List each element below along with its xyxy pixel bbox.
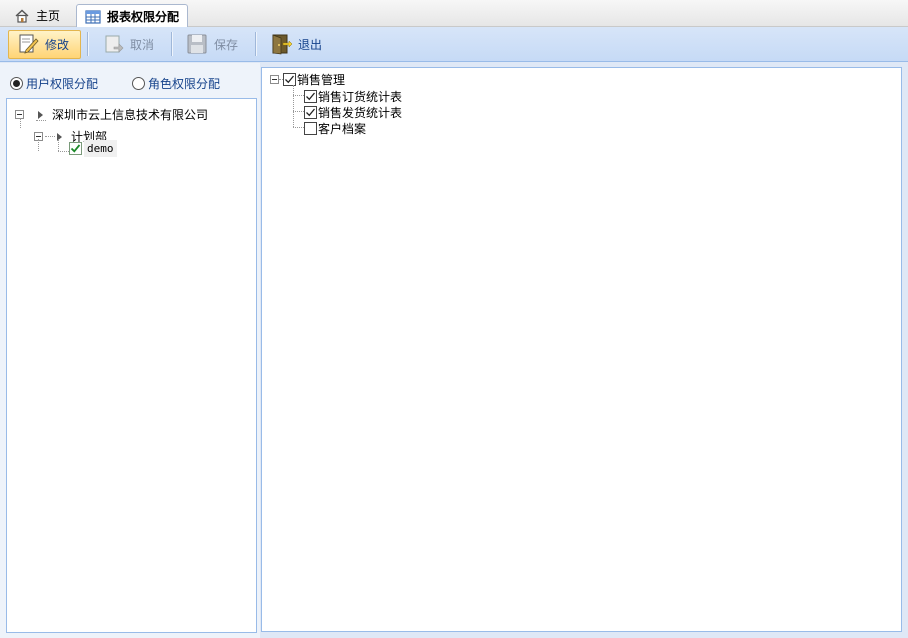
- tree-connector: [293, 95, 304, 96]
- tree-connector: [45, 136, 55, 137]
- role-permission-label: 角色权限分配: [148, 77, 221, 91]
- save-button-label: 保存: [214, 37, 239, 52]
- save-icon: [187, 34, 207, 54]
- checkmark-icon: [70, 144, 81, 153]
- radio-selected-indicator[interactable]: [10, 77, 23, 90]
- tab-home-label: 主页: [36, 9, 61, 23]
- tab-report-permissions[interactable]: 报表权限分配: [76, 4, 189, 28]
- sales-delivery-report-label: 销售发货统计表: [318, 106, 403, 120]
- sales-order-report-label: 销售订货统计表: [318, 90, 403, 104]
- tree-connector: [20, 118, 21, 128]
- sales-delivery-report-checkbox[interactable]: [304, 106, 317, 119]
- collapse-toggle-icon[interactable]: [270, 75, 279, 84]
- home-icon: [15, 9, 29, 23]
- customer-records-checkbox[interactable]: [304, 122, 317, 135]
- checkmark-icon: [306, 108, 316, 117]
- checkmark-icon: [306, 92, 316, 101]
- sales-management-checkbox[interactable]: [283, 73, 296, 86]
- tree-connector: [293, 127, 304, 128]
- radio-unselected-indicator[interactable]: [132, 77, 146, 90]
- tree-node-user[interactable]: demo: [69, 140, 117, 157]
- tree-node-sales-order-report[interactable]: 销售订货统计表: [304, 88, 402, 105]
- cancel-button[interactable]: 取消: [94, 30, 165, 59]
- tree-node-customer-records[interactable]: 客户档案: [304, 120, 366, 137]
- tree-connector: [58, 151, 69, 152]
- user-permission-radio[interactable]: 用户权限分配: [10, 75, 98, 92]
- tree-node-sales-management[interactable]: 销售管理: [270, 71, 345, 88]
- tab-report-permissions-label: 报表权限分配: [107, 10, 180, 24]
- edit-button[interactable]: 修改: [8, 29, 82, 59]
- cancel-button-label: 取消: [130, 37, 155, 52]
- save-button[interactable]: 保存: [178, 30, 249, 59]
- toolbar-separator: [87, 32, 89, 56]
- exit-door-icon: [272, 34, 293, 55]
- tab-bar: 主页 报表权限分配: [0, 0, 908, 28]
- tab-home[interactable]: 主页: [6, 4, 68, 27]
- tree-connector: [293, 85, 294, 127]
- exit-button-label: 退出: [298, 37, 323, 52]
- checkmark-icon: [285, 75, 295, 84]
- tree-node-sales-delivery-report[interactable]: 销售发货统计表: [304, 104, 402, 121]
- sales-management-label: 销售管理: [297, 73, 346, 87]
- toolbar-separator: [171, 32, 173, 56]
- role-permission-radio[interactable]: 角色权限分配: [132, 75, 220, 92]
- customer-records-label: 客户档案: [318, 122, 367, 136]
- user-label: demo: [84, 140, 117, 157]
- sales-order-report-checkbox[interactable]: [304, 90, 317, 103]
- exit-button[interactable]: 退出: [262, 30, 333, 59]
- permission-target-panel: 用户权限分配 角色权限分配 深圳市云上信息技术有限公司 计划部 demo: [0, 63, 260, 638]
- tree-connector: [36, 120, 46, 121]
- tree-connector: [293, 111, 304, 112]
- cancel-icon: [105, 35, 124, 53]
- user-permission-label: 用户权限分配: [26, 77, 99, 91]
- toolbar-separator: [255, 32, 257, 56]
- user-checkbox[interactable]: [69, 142, 82, 155]
- report-permission-tree: 销售管理 销售订货统计表 销售发货统计表 客户档案: [261, 67, 902, 632]
- tree-node-company[interactable]: 深圳市云上信息技术有限公司: [15, 106, 208, 123]
- organization-tree: 深圳市云上信息技术有限公司 计划部 demo: [6, 98, 257, 633]
- toolbar: 修改 取消 保存 退出: [0, 27, 908, 62]
- edit-button-label: 修改: [45, 37, 70, 52]
- edit-icon: [19, 34, 39, 54]
- expand-arrow-icon[interactable]: [38, 110, 43, 119]
- assignment-mode-group: 用户权限分配 角色权限分配: [10, 75, 220, 92]
- tree-connector: [38, 139, 39, 151]
- tree-connector: [58, 139, 59, 151]
- table-icon: [85, 9, 101, 24]
- company-label: 深圳市云上信息技术有限公司: [52, 108, 209, 122]
